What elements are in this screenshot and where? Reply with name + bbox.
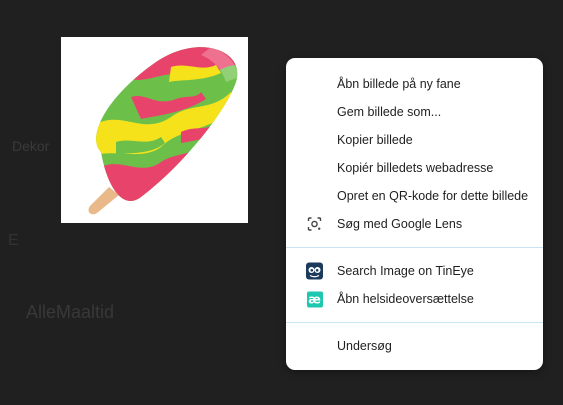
menu-item-search-tineye[interactable]: Search Image on TinEye [286, 257, 543, 285]
menu-item-label: Søg med Google Lens [337, 217, 463, 231]
menu-item-open-image-new-tab[interactable]: Åbn billede på ny fane [286, 70, 543, 98]
menu-item-label: Opret en QR-kode for dette billede [337, 189, 529, 203]
context-menu: Åbn billede på ny fane Gem billede som..… [286, 58, 543, 370]
background-text: E [8, 232, 19, 249]
menu-item-copy-image[interactable]: Kopier billede [286, 126, 543, 154]
menu-item-full-page-translation[interactable]: æ Åbn helsideoversættelse [286, 285, 543, 313]
menu-item-save-image-as[interactable]: Gem billede som... [286, 98, 543, 126]
menu-separator [286, 247, 543, 248]
popsicle-illustration [88, 47, 238, 215]
popsicle-image[interactable] [61, 37, 248, 223]
tineye-icon [306, 262, 323, 280]
menu-separator [286, 322, 543, 323]
background-text: Dekor [12, 138, 50, 154]
menu-item-label: Gem billede som... [337, 105, 442, 119]
menu-item-label: Kopier billede [337, 133, 413, 147]
background-text: AlleMaaltid [26, 302, 115, 322]
browser-page: Dekor E AlleMaaltid Åbn billede på ny fa… [0, 0, 563, 405]
menu-item-label: Åbn helsideoversættelse [337, 292, 474, 306]
menu-item-label: Search Image on TinEye [337, 264, 474, 278]
menu-item-label: Undersøg [337, 339, 392, 353]
google-lens-icon [306, 216, 323, 233]
menu-item-create-qr-code[interactable]: Opret en QR-kode for dette billede [286, 182, 543, 210]
translate-extension-icon: æ [306, 291, 323, 307]
menu-item-label: Kopiér billedets webadresse [337, 161, 494, 175]
menu-item-copy-image-address[interactable]: Kopiér billedets webadresse [286, 154, 543, 182]
menu-item-inspect[interactable]: Undersøg [286, 332, 543, 360]
menu-item-label: Åbn billede på ny fane [337, 77, 461, 91]
menu-item-google-lens[interactable]: Søg med Google Lens [286, 210, 543, 238]
